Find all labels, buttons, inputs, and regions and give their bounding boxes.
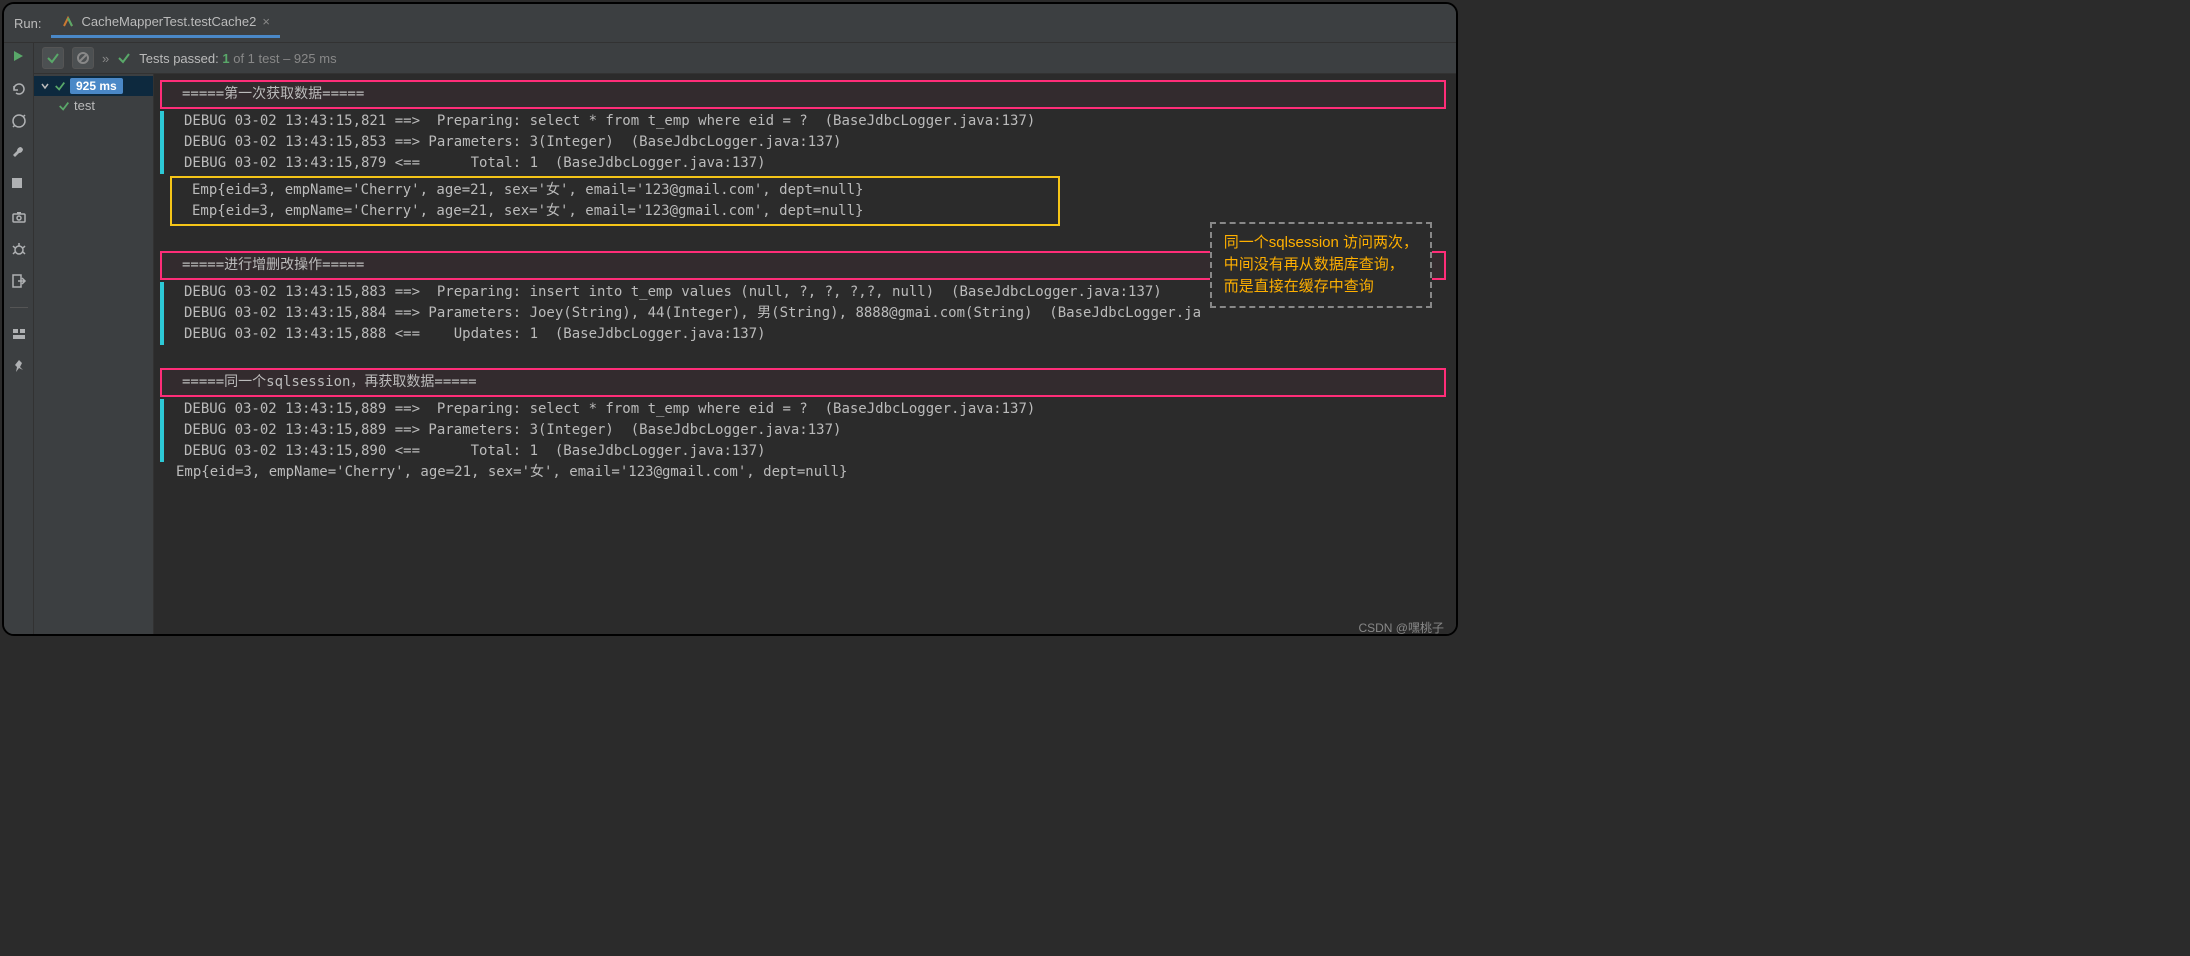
tests-passed-count: 1 [222, 51, 229, 66]
wrench-icon[interactable] [11, 145, 27, 161]
tree-child-label: test [74, 98, 95, 113]
main-area: » Tests passed: 1 of 1 test – 925 ms 925… [4, 43, 1456, 634]
tree-root[interactable]: 925 ms [34, 76, 153, 96]
tests-total: of 1 test [233, 51, 279, 66]
log-block-3: DEBUG 03-02 13:43:15,889 ==> Preparing: … [160, 399, 1446, 462]
camera-icon[interactable] [11, 209, 27, 225]
bug-icon[interactable] [11, 241, 27, 257]
emp-block: Emp{eid=3, empName='Cherry', age=21, sex… [158, 174, 1446, 228]
watermark: CSDN @嘿桃子 [1358, 619, 1444, 636]
rerun-failed-icon[interactable] [11, 81, 27, 97]
section-header-1: =====第一次获取数据===== [160, 80, 1446, 109]
tests-summary: Tests passed: 1 of 1 test – 925 ms [139, 51, 336, 66]
show-passed-toggle[interactable] [42, 47, 64, 69]
annotation-line: 而是直接在缓存中查询 [1224, 276, 1418, 298]
log-line: DEBUG 03-02 13:43:15,889 ==> Parameters:… [172, 420, 1446, 441]
check-icon [117, 51, 131, 65]
run-icon[interactable] [11, 49, 27, 65]
close-icon[interactable]: × [262, 14, 270, 29]
chevron-down-icon [40, 81, 50, 91]
emp-line: Emp{eid=3, empName='Cherry', age=21, sex… [180, 180, 1050, 201]
emp-line: Emp{eid=3, empName='Cherry', age=21, sex… [180, 201, 1050, 222]
tests-passed-label: Tests passed: [139, 51, 219, 66]
tests-duration: – 925 ms [283, 51, 336, 66]
check-icon [58, 100, 70, 112]
console-output[interactable]: =====第一次获取数据===== DEBUG 03-02 13:43:15,8… [154, 74, 1456, 634]
annotation-line: 同一个sqlsession 访问两次， [1224, 232, 1418, 254]
test-toolbar: » Tests passed: 1 of 1 test – 925 ms [34, 43, 1456, 74]
exit-icon[interactable] [11, 273, 27, 289]
log-line: DEBUG 03-02 13:43:15,888 <== Updates: 1 … [172, 324, 1446, 345]
title-bar: Run: CacheMapperTest.testCache2 × [4, 4, 1456, 43]
root-duration: 925 ms [70, 78, 123, 94]
body-area: 925 ms test =====第一次获取数据===== DEBUG 03-0… [34, 74, 1456, 634]
show-ignored-toggle[interactable] [72, 47, 94, 69]
log-line: DEBUG 03-02 13:43:15,879 <== Total: 1 (B… [172, 153, 1446, 174]
tree-child[interactable]: test [34, 96, 153, 115]
tab-title: CacheMapperTest.testCache2 [81, 14, 256, 29]
log-line: DEBUG 03-02 13:43:15,889 ==> Preparing: … [172, 399, 1446, 420]
log-block-1: DEBUG 03-02 13:43:15,821 ==> Preparing: … [160, 111, 1446, 174]
stop-icon[interactable] [11, 177, 27, 193]
annotation-box: 同一个sqlsession 访问两次， 中间没有再从数据库查询， 而是直接在缓存… [1210, 222, 1432, 308]
pin-icon[interactable] [11, 358, 27, 374]
annotation-line: 中间没有再从数据库查询， [1224, 254, 1418, 276]
log-line: DEBUG 03-02 13:43:15,890 <== Total: 1 (B… [172, 441, 1446, 462]
layout-icon[interactable] [11, 326, 27, 342]
ide-window: Run: CacheMapperTest.testCache2 × [2, 2, 1458, 636]
tab-icon [61, 15, 75, 29]
emp-line: Emp{eid=3, empName='Cherry', age=21, sex… [158, 462, 1446, 483]
section-header-3: =====同一个sqlsession，再获取数据===== [160, 368, 1446, 397]
test-tree[interactable]: 925 ms test [34, 74, 154, 634]
run-label: Run: [14, 16, 41, 31]
check-icon [54, 80, 66, 92]
toggle-auto-test-icon[interactable] [11, 113, 27, 129]
left-gutter [4, 43, 34, 634]
log-line: DEBUG 03-02 13:43:15,853 ==> Parameters:… [172, 132, 1446, 153]
chevrons-icon: » [102, 51, 109, 66]
run-tab[interactable]: CacheMapperTest.testCache2 × [51, 8, 279, 38]
content-pane: » Tests passed: 1 of 1 test – 925 ms 925… [34, 43, 1456, 634]
log-line: DEBUG 03-02 13:43:15,821 ==> Preparing: … [172, 111, 1446, 132]
